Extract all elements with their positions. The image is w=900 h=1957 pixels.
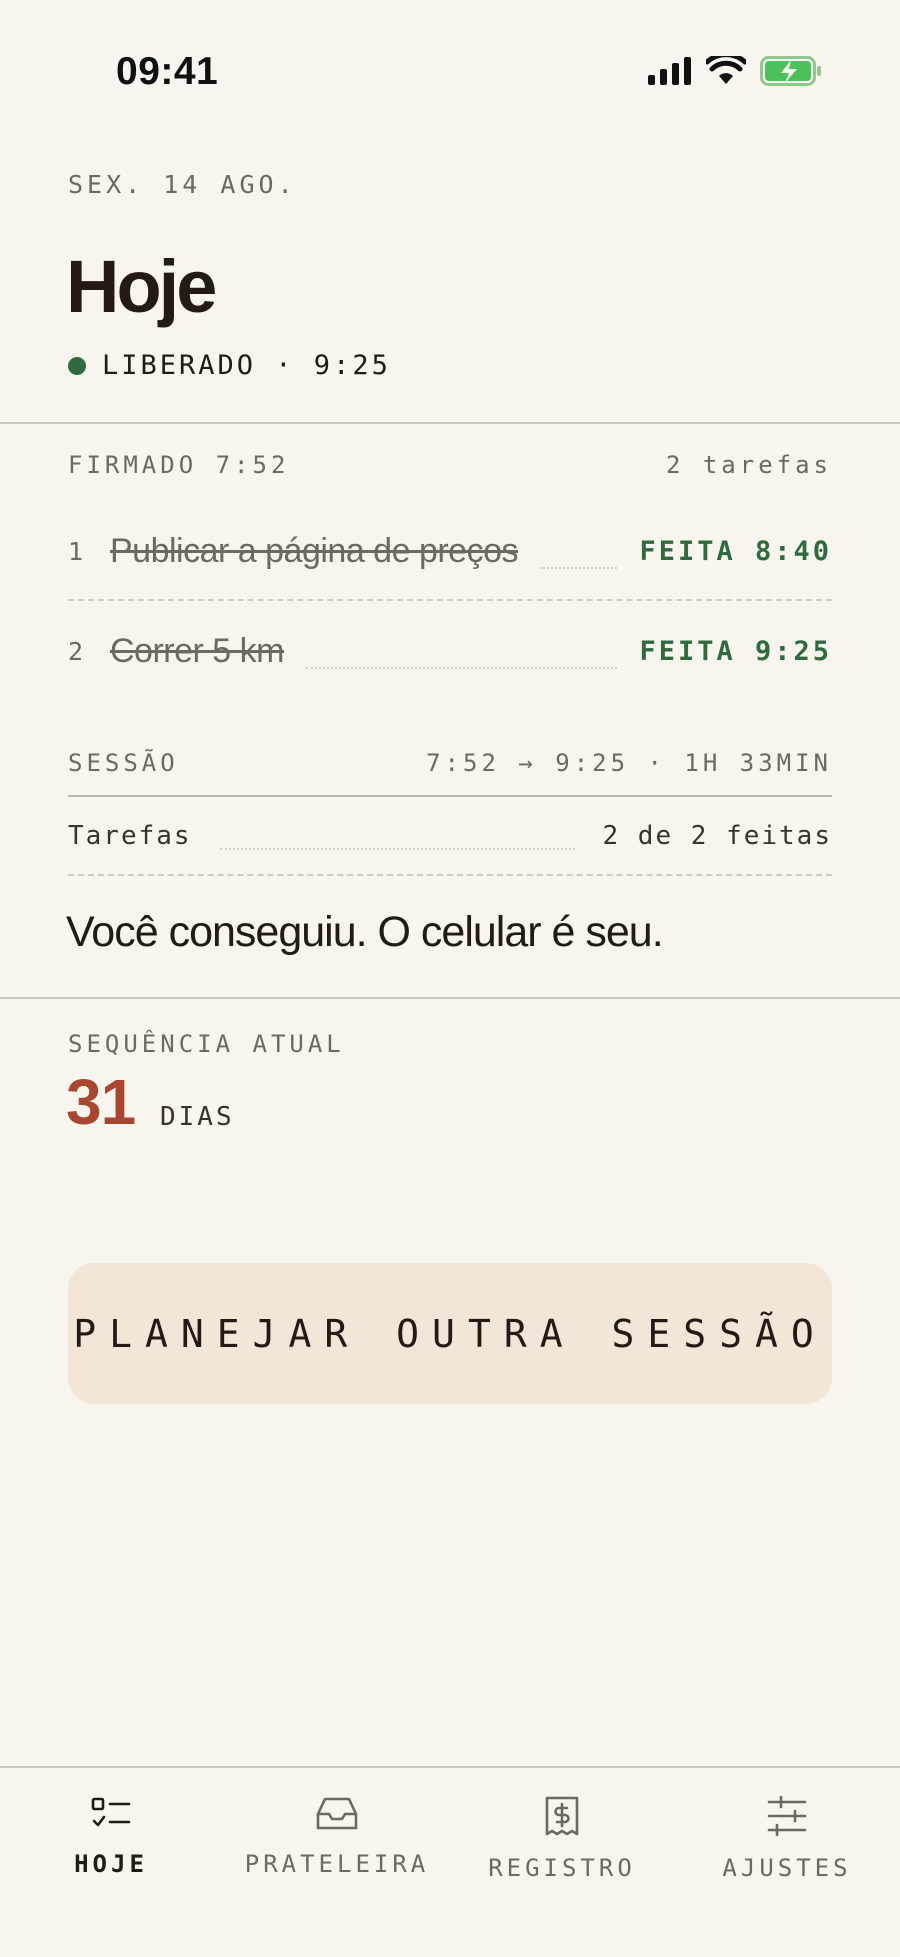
task-done-status: FEITA 9:25 — [639, 635, 832, 667]
task-name: Correr 5 km — [110, 631, 284, 670]
plan-button-label: PLANEJAR OUTRA SESSÃO — [73, 1311, 827, 1356]
tab-label: HOJE — [74, 1850, 148, 1878]
summary-value: 2 de 2 feitas — [602, 821, 832, 851]
session-label: SESSÃO — [68, 749, 179, 777]
wifi-icon — [706, 56, 746, 84]
task-separator — [68, 599, 832, 601]
tab-label: AJUSTES — [722, 1854, 852, 1882]
date-label: SEX. 14 AGO. — [68, 170, 297, 199]
signed-label: FIRMADO 7:52 — [68, 451, 290, 479]
inbox-tray-icon — [316, 1797, 358, 1830]
streak-unit: DIAS — [160, 1102, 235, 1132]
page-title: Hoje — [66, 245, 217, 328]
task-row[interactable]: 1 Publicar a página de preços FEITA 8:40 — [68, 521, 832, 581]
status-icons — [648, 56, 822, 86]
receipt-dollar-icon — [545, 1796, 579, 1836]
tab-label: REGISTRO — [488, 1854, 636, 1882]
plan-another-session-button[interactable]: PLANEJAR OUTRA SESSÃO — [68, 1263, 832, 1404]
task-done-status: FEITA 8:40 — [639, 535, 832, 567]
summary-label: Tarefas — [68, 821, 192, 851]
header-divider — [0, 422, 900, 424]
task-leader — [540, 567, 618, 569]
battery-charging-icon — [760, 56, 821, 86]
status-text: LIBERADO · 9:25 — [102, 350, 391, 381]
summary-leader — [219, 848, 575, 850]
tab-ajustes[interactable]: AJUSTES — [687, 1796, 887, 1906]
tab-hoje[interactable]: HOJE — [11, 1796, 211, 1906]
task-name: Publicar a página de preços — [110, 531, 519, 570]
status-dot — [68, 356, 86, 375]
sliders-icon — [767, 1796, 807, 1836]
task-row[interactable]: 2 Correr 5 km FEITA 9:25 — [68, 621, 832, 681]
streak-number: 31 — [66, 1066, 136, 1138]
tab-bar: HOJE PRATELEIRA REGISTRO AJUSTES — [0, 1766, 900, 1957]
status-time: 09:41 — [116, 50, 219, 93]
session-range: 7:52 → 9:25 · 1H 33MIN — [426, 749, 832, 777]
session-tasks-summary: Tarefas 2 de 2 feitas — [68, 816, 832, 856]
tab-label: PRATELEIRA — [244, 1850, 430, 1878]
unlock-status: LIBERADO · 9:25 — [68, 350, 391, 381]
streak-label: SEQUÊNCIA ATUAL — [68, 1030, 345, 1058]
success-message: Você conseguiu. O celular é seu. — [66, 908, 664, 956]
summary-separator — [68, 874, 832, 876]
checklist-icon — [91, 1797, 131, 1827]
task-leader — [305, 667, 618, 669]
status-bar: 09:41 — [0, 0, 900, 130]
session-rule — [68, 795, 832, 797]
cellular-signal-icon — [648, 57, 691, 85]
signed-count: 2 tarefas — [665, 451, 832, 479]
task-number: 2 — [68, 636, 84, 666]
tab-prateleira[interactable]: PRATELEIRA — [237, 1796, 437, 1906]
tab-registro[interactable]: REGISTRO — [462, 1796, 662, 1906]
session-divider — [0, 997, 900, 999]
task-number: 1 — [68, 536, 84, 566]
